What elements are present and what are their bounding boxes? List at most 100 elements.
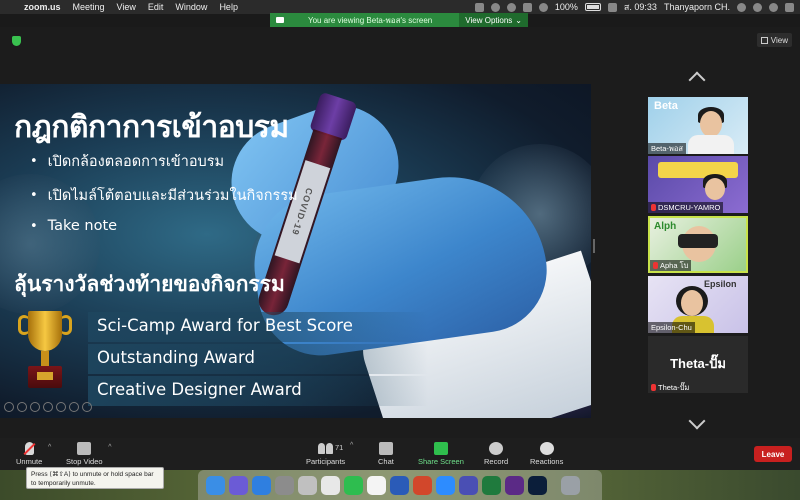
slide-bullet: Take note <box>30 218 298 234</box>
siri-dock-icon[interactable] <box>229 475 248 495</box>
participants-icon <box>317 442 334 455</box>
participants-caret-icon[interactable]: ^ <box>350 442 353 449</box>
participant-face <box>705 178 725 200</box>
zoom-slide-icon[interactable] <box>69 402 79 412</box>
macos-menubar: zoom.us Meeting View Edit Window Help 10… <box>0 0 800 14</box>
line-status-icon[interactable] <box>490 2 500 12</box>
powerpoint-icon[interactable] <box>413 475 432 495</box>
pen-icon[interactable] <box>30 402 40 412</box>
stop-video-button[interactable]: Stop Video ^ <box>66 442 112 466</box>
siri-icon[interactable] <box>769 2 778 12</box>
unmute-button[interactable]: Unmute ^ <box>16 442 51 466</box>
zoom-icon[interactable] <box>436 475 455 495</box>
onenote-icon[interactable] <box>505 475 524 495</box>
vr-headset-icon <box>678 234 718 248</box>
macos-dock <box>198 470 602 500</box>
participant-logo: Epsilon <box>704 279 737 289</box>
share-camera-icon <box>276 17 284 23</box>
menu-app-name[interactable]: zoom.us <box>24 2 61 12</box>
notification-center-icon[interactable] <box>785 2 794 12</box>
leave-meeting-button[interactable]: Leave <box>754 446 792 462</box>
more-options-icon[interactable] <box>82 402 92 412</box>
excel-icon[interactable] <box>482 475 501 495</box>
muted-mic-icon <box>651 384 656 391</box>
slide-bullet: เปิดกล้องตลอดการเข้าอบรม <box>30 150 298 173</box>
chat-bubble-icon <box>378 442 393 455</box>
slides-grid-icon[interactable] <box>56 402 66 412</box>
security-shield-icon[interactable] <box>12 36 21 46</box>
menu-edit[interactable]: Edit <box>148 2 164 12</box>
participant-logo: Beta <box>654 100 678 112</box>
participant-name: Beta-พอส <box>648 143 686 154</box>
line-app-icon[interactable] <box>344 475 363 495</box>
control-center-icon[interactable] <box>753 2 762 12</box>
next-slide-icon[interactable] <box>17 402 27 412</box>
participant-banner <box>658 162 738 178</box>
menu-help[interactable]: Help <box>219 2 238 12</box>
participant-face <box>681 290 703 316</box>
reactions-button[interactable]: Reactions <box>530 442 563 466</box>
finder-icon[interactable] <box>206 475 225 495</box>
keyboard-input-icon[interactable] <box>607 2 617 12</box>
view-button[interactable]: View <box>756 33 792 47</box>
participant-tile[interactable]: Epsilon Epsilon-Chu <box>648 276 748 333</box>
participant-tile[interactable]: Beta Beta-พอส <box>648 97 748 154</box>
audio-options-caret-icon[interactable]: ^ <box>48 444 51 451</box>
record-button[interactable]: Record <box>484 442 508 466</box>
share-screen-button[interactable]: Share Screen <box>418 442 464 466</box>
award-list: Sci-Camp Award for Best Score Outstandin… <box>88 312 428 408</box>
system-preferences-icon[interactable] <box>275 475 294 495</box>
award-item: Sci-Camp Award for Best Score <box>88 312 428 342</box>
gallery-scroll-down-icon[interactable] <box>686 418 708 430</box>
muted-microphone-icon <box>24 442 34 455</box>
teams-icon[interactable] <box>459 475 478 495</box>
shared-screen-slide[interactable]: COVID-19 กฎกติกาการเข้าอบรม เปิดกล้องตลอ… <box>0 84 591 418</box>
unmute-tooltip: Press ⟨⌘⇧A⟩ to unmute or hold space bar … <box>26 467 164 489</box>
video-options-caret-icon[interactable]: ^ <box>108 444 111 451</box>
participant-count: 71 <box>335 443 344 452</box>
chrome-icon[interactable] <box>367 475 386 495</box>
spotlight-search-icon[interactable] <box>737 2 746 12</box>
participant-tile[interactable]: Theta-ปั๊ม Theta-ปั๊ม <box>648 336 748 393</box>
app-store-icon[interactable] <box>252 475 271 495</box>
time-machine-icon[interactable] <box>506 2 516 12</box>
highlighter-icon[interactable] <box>43 402 53 412</box>
launchpad-icon[interactable] <box>298 475 317 495</box>
safari-icon[interactable] <box>321 475 340 495</box>
slide-annotation-toolbar <box>4 402 92 412</box>
battery-percent: 100% <box>554 2 578 12</box>
chevron-down-icon: ⌄ <box>515 15 522 25</box>
trophy-icon <box>18 311 72 401</box>
prev-slide-icon[interactable] <box>4 402 14 412</box>
slide-bullet: เปิดไมล์โต้ตอบและมีส่วนร่วมในกิจกรรม <box>30 184 298 207</box>
chat-button[interactable]: Chat <box>378 442 394 466</box>
screen-share-banner: You are viewing Beta-พอส's screen View O… <box>270 13 528 27</box>
participant-tile-active-speaker[interactable]: Alph Apha โบ <box>648 216 748 273</box>
panel-resize-handle[interactable] <box>593 239 595 253</box>
gallery-view-icon <box>760 36 768 44</box>
participant-face <box>700 111 722 137</box>
word-icon[interactable] <box>390 475 409 495</box>
menubar-clock[interactable]: ส. 09:33 <box>624 0 657 14</box>
battery-icon[interactable] <box>584 3 601 11</box>
gallery-scroll-up-icon[interactable] <box>686 70 708 82</box>
participant-name: Epsilon-Chu <box>648 322 695 333</box>
photoshop-icon[interactable] <box>528 475 547 495</box>
share-banner-message: You are viewing Beta-พอส's screen <box>308 15 433 25</box>
share-screen-arrow-icon <box>433 442 448 455</box>
meeting-controls-toolbar: Unmute ^ Stop Video ^ Participants 71 ^ … <box>0 438 800 470</box>
view-options-dropdown[interactable]: View Options ⌄ <box>459 13 528 27</box>
menu-meeting[interactable]: Meeting <box>73 2 105 12</box>
trash-icon[interactable] <box>561 475 580 495</box>
bluetooth-icon[interactable] <box>522 2 532 12</box>
participant-tile[interactable]: DSMCRU-YAMRO <box>648 156 748 213</box>
menubar-user[interactable]: Thanyaporn CH. <box>664 2 730 12</box>
menubar-status-area: 100% ส. 09:33 Thanyaporn CH. <box>474 0 794 14</box>
menu-view[interactable]: View <box>117 2 136 12</box>
wifi-icon[interactable] <box>538 2 548 12</box>
menu-window[interactable]: Window <box>175 2 207 12</box>
view-button-label: View <box>770 35 788 45</box>
record-icon <box>489 442 504 455</box>
smiley-reaction-icon <box>539 442 554 455</box>
zoom-status-icon[interactable] <box>474 2 484 12</box>
